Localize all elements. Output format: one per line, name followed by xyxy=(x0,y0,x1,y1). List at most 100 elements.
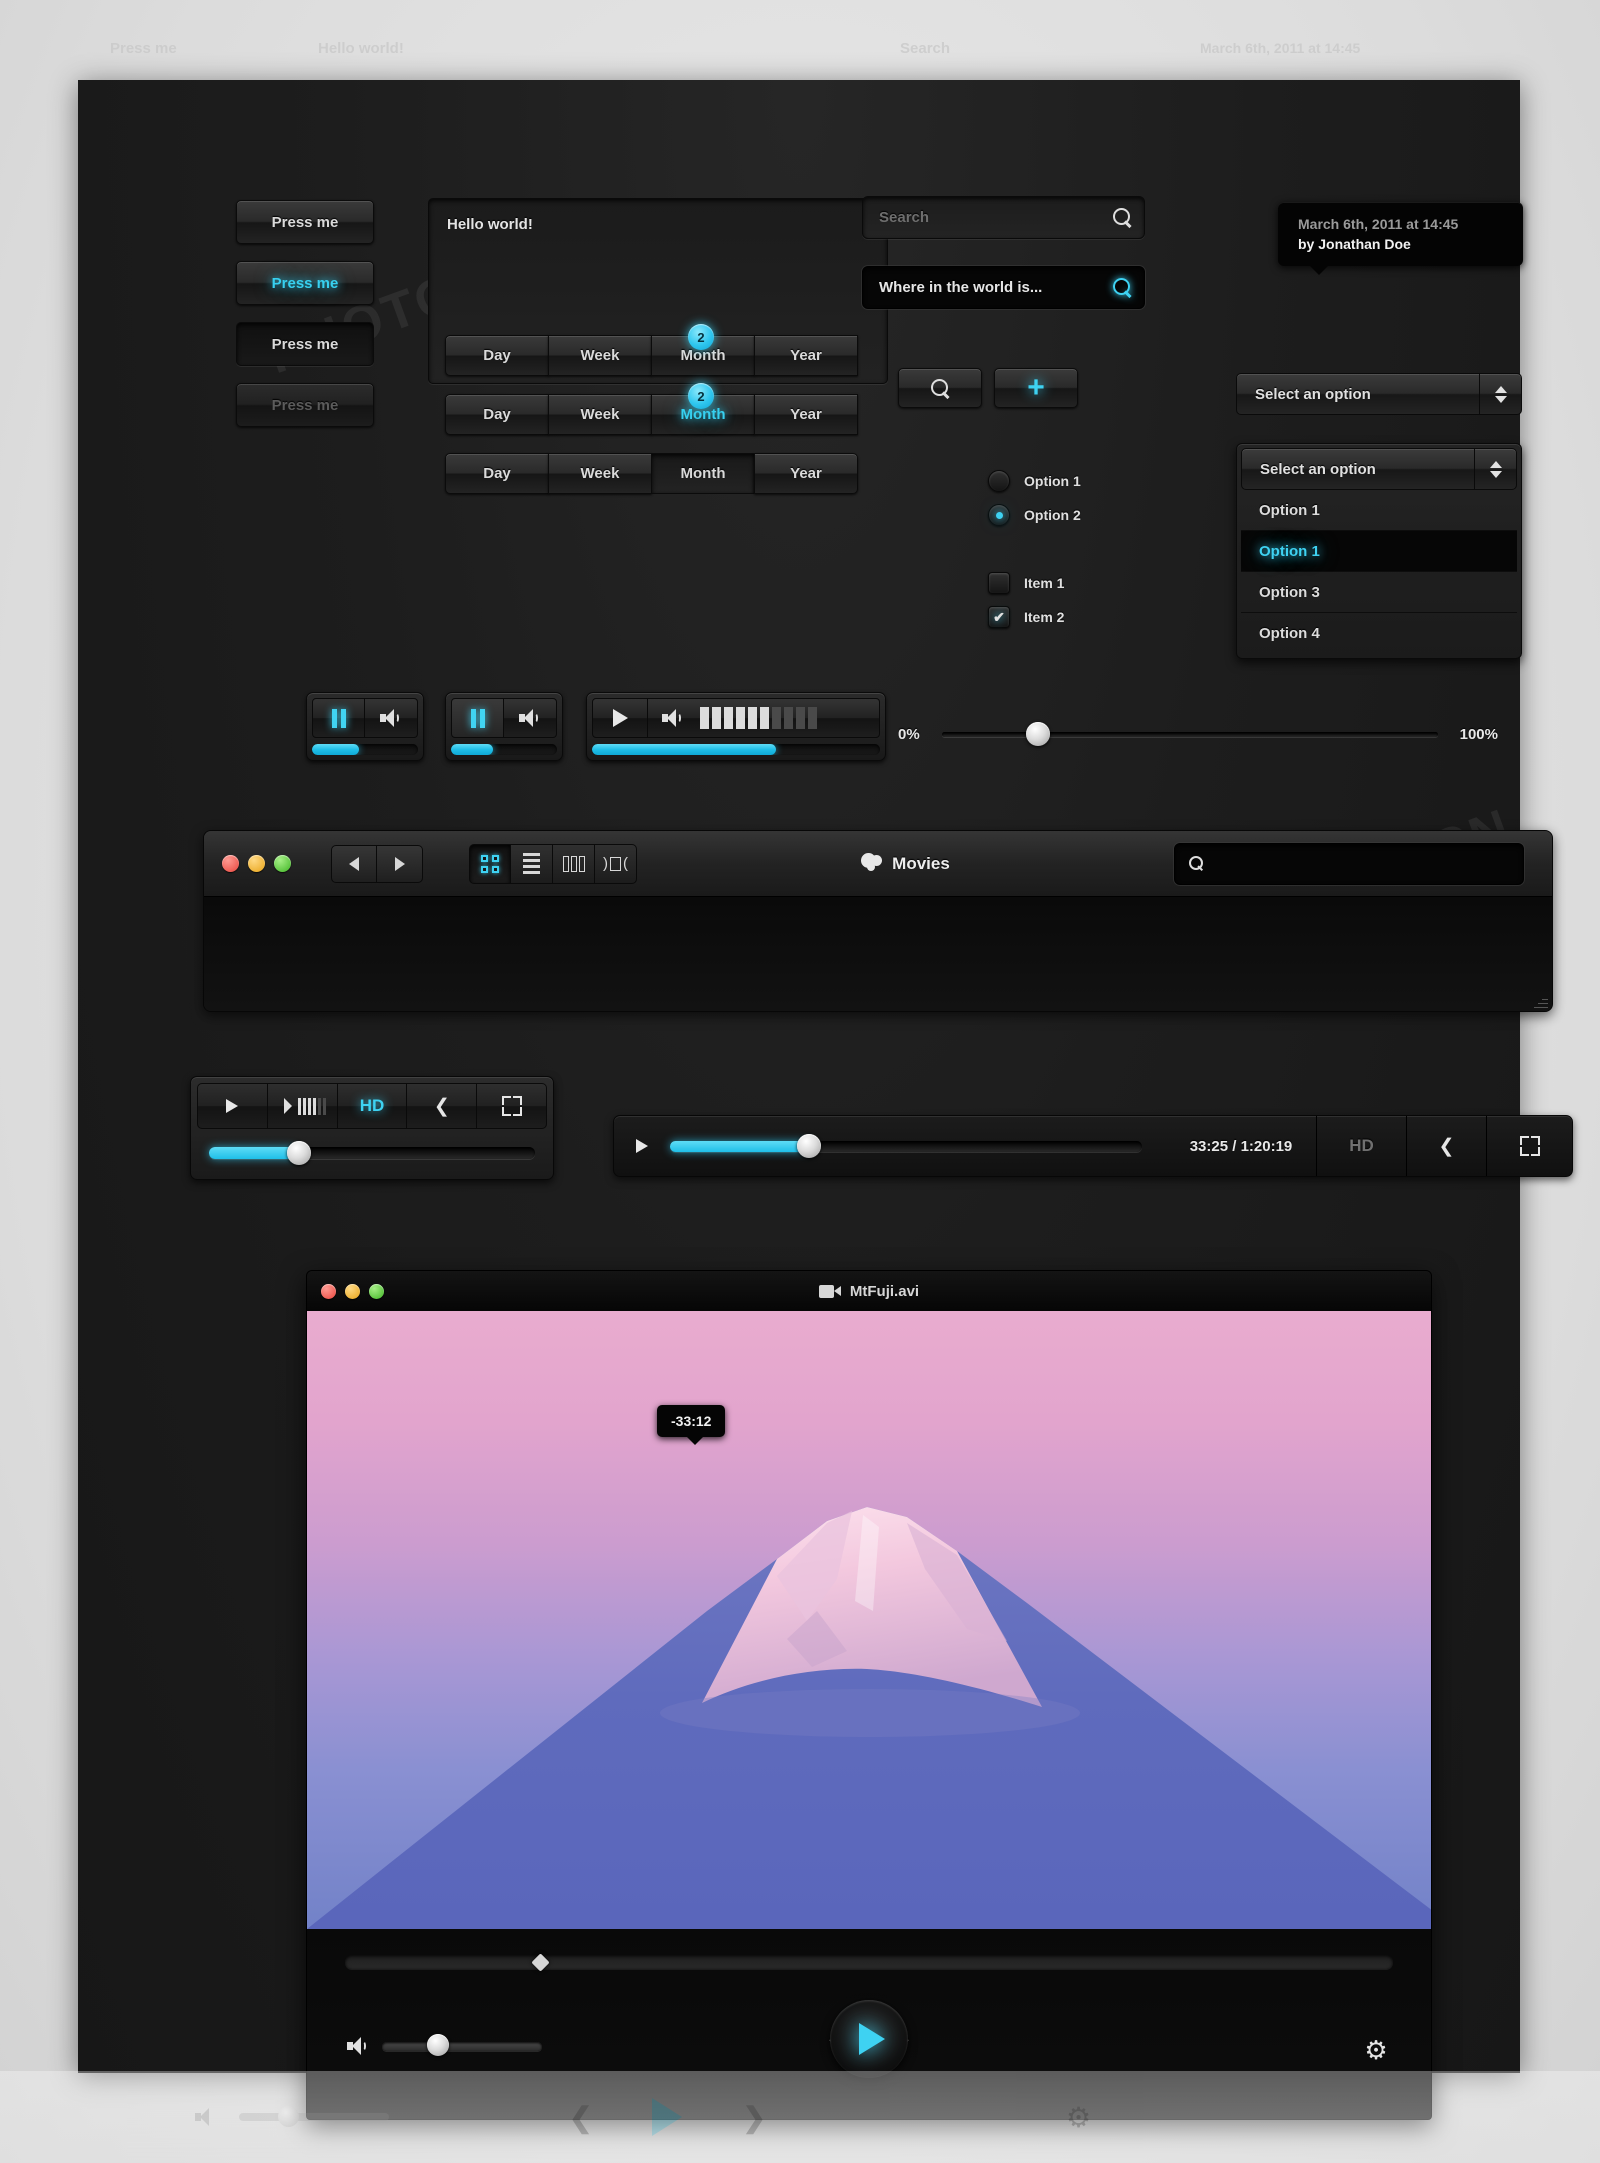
segment-year[interactable]: Year xyxy=(754,394,858,435)
volume-bars[interactable] xyxy=(648,698,880,738)
minimize-icon[interactable] xyxy=(248,855,265,872)
dropdown-header[interactable]: Select an option xyxy=(1241,448,1517,490)
volume-button[interactable] xyxy=(365,698,418,738)
transport-controls: ❮ ❯ xyxy=(307,1999,1431,2078)
pause-button[interactable] xyxy=(451,698,504,738)
fullscreen-button[interactable] xyxy=(477,1083,547,1129)
checkbox-icon[interactable] xyxy=(988,572,1010,594)
play-button[interactable] xyxy=(830,1999,908,2078)
progress-knob[interactable] xyxy=(797,1133,822,1158)
search-icon[interactable] xyxy=(1113,208,1132,227)
scrubber-track[interactable] xyxy=(345,1953,1393,1972)
search-field[interactable] xyxy=(862,196,1145,239)
search-icon[interactable] xyxy=(1113,278,1132,297)
movies-search-field[interactable] xyxy=(1174,842,1524,885)
slider-track[interactable] xyxy=(941,722,1438,746)
coverflow-view-button[interactable]: )( xyxy=(595,843,637,884)
fullscreen-button[interactable] xyxy=(1486,1116,1572,1176)
checkbox-icon-checked[interactable]: ✔ xyxy=(988,606,1010,628)
mini-player-1 xyxy=(306,692,424,761)
radio-option-2[interactable]: Option 2 xyxy=(974,504,1081,526)
ghost-volume-knob xyxy=(278,2106,299,2127)
scrubber-handle[interactable] xyxy=(530,1953,550,1972)
progress-knob[interactable] xyxy=(287,1141,312,1165)
radio-icon[interactable] xyxy=(988,470,1010,492)
column-view-button[interactable] xyxy=(553,843,595,884)
list-view-icon xyxy=(523,853,540,874)
play-button[interactable] xyxy=(614,1139,670,1153)
search-input[interactable] xyxy=(879,209,1113,226)
progress-track[interactable] xyxy=(592,744,880,755)
press-me-button-active[interactable]: Press me xyxy=(236,261,374,305)
search-icon-button[interactable] xyxy=(898,368,982,408)
forward-button[interactable] xyxy=(377,844,423,883)
coverflow-view-icon: )( xyxy=(603,855,628,872)
segment-day[interactable]: Day xyxy=(445,335,549,376)
checkbox-item-2[interactable]: ✔ Item 2 xyxy=(974,606,1064,628)
slider-knob[interactable] xyxy=(1025,722,1050,746)
segment-day[interactable]: Day xyxy=(445,394,549,435)
icon-view-button[interactable] xyxy=(469,843,511,884)
resize-handle[interactable] xyxy=(1534,994,1548,1008)
search-field-focused[interactable] xyxy=(862,266,1145,309)
maximize-icon[interactable] xyxy=(274,855,291,872)
add-button[interactable]: + xyxy=(994,368,1078,408)
press-me-button-pressed[interactable]: Press me xyxy=(236,322,374,366)
play-button[interactable] xyxy=(197,1083,268,1129)
back-button[interactable] xyxy=(331,844,377,883)
segment-month-pressed[interactable]: Month xyxy=(651,453,755,494)
settings-button[interactable]: ⚙ xyxy=(1363,2035,1389,2065)
share-button[interactable]: ❮ xyxy=(1406,1116,1486,1176)
hd-button[interactable]: HD xyxy=(1316,1116,1406,1176)
share-icon: ❮ xyxy=(433,1095,450,1117)
slider-max-label: 100% xyxy=(1459,726,1498,743)
dropdown-option[interactable]: Option 1 xyxy=(1241,490,1517,531)
segment-week[interactable]: Week xyxy=(548,394,652,435)
press-me-button-normal[interactable]: Press me xyxy=(236,200,374,244)
segment-year[interactable]: Year xyxy=(754,453,858,494)
pause-icon xyxy=(469,708,487,728)
video-title-text: MtFuji.avi xyxy=(849,1282,920,1300)
segment-week[interactable]: Week xyxy=(548,453,652,494)
dropdown-option[interactable]: Option 3 xyxy=(1241,572,1517,613)
select-open: Select an option Option 1 Option 1 Optio… xyxy=(1236,443,1522,659)
progress-track[interactable] xyxy=(451,744,557,755)
info-tooltip: March 6th, 2011 at 14:45 by Jonathan Doe xyxy=(1278,202,1523,275)
select-value[interactable]: Select an option xyxy=(1236,373,1480,415)
progress-track[interactable] xyxy=(670,1133,1142,1158)
segment-badge: 2 xyxy=(688,324,714,350)
window-toolbar: )( Movies xyxy=(204,831,1552,897)
ui-kit-panel: PHOTOPHOTO PHOTOPHOTO.CN Press me Press … xyxy=(78,80,1573,2120)
radio-icon-selected[interactable] xyxy=(988,504,1010,526)
play-icon xyxy=(859,2022,885,2055)
dropdown-value[interactable]: Select an option xyxy=(1241,448,1475,490)
dropdown-option-selected[interactable]: Option 1 xyxy=(1241,531,1517,572)
progress-track[interactable] xyxy=(209,1141,535,1165)
checkbox-item-1[interactable]: Item 1 xyxy=(974,572,1064,594)
segment-week[interactable]: Week xyxy=(548,335,652,376)
list-view-button[interactable] xyxy=(511,843,553,884)
ghost-gear-icon: ⚙ xyxy=(1065,2101,1092,2133)
play-button[interactable] xyxy=(592,698,648,738)
hd-button[interactable]: HD xyxy=(337,1083,408,1129)
select-stepper-icon[interactable] xyxy=(1475,448,1517,490)
volume-level-bars[interactable] xyxy=(700,707,817,729)
hd-label: HD xyxy=(1349,1136,1374,1155)
volume-button[interactable] xyxy=(504,698,557,738)
select-stepper-icon[interactable] xyxy=(1480,373,1522,415)
mini-player-3 xyxy=(586,692,886,761)
select-closed[interactable]: Select an option xyxy=(1236,373,1522,415)
progress-track[interactable] xyxy=(312,744,418,755)
radio-option-1[interactable]: Option 1 xyxy=(974,470,1081,492)
segment-year[interactable]: Year xyxy=(754,335,858,376)
segment-day[interactable]: Day xyxy=(445,453,549,494)
dropdown-option[interactable]: Option 4 xyxy=(1241,613,1517,654)
search-input-focused[interactable] xyxy=(879,279,1113,296)
movies-search-input[interactable] xyxy=(1214,855,1511,872)
pause-button[interactable] xyxy=(312,698,365,738)
close-icon[interactable] xyxy=(222,855,239,872)
video-canvas[interactable]: -33:12 xyxy=(307,1311,1431,1929)
share-button[interactable]: ❮ xyxy=(407,1083,478,1129)
volume-level-bars[interactable] xyxy=(298,1097,327,1115)
volume-control[interactable] xyxy=(267,1083,338,1129)
